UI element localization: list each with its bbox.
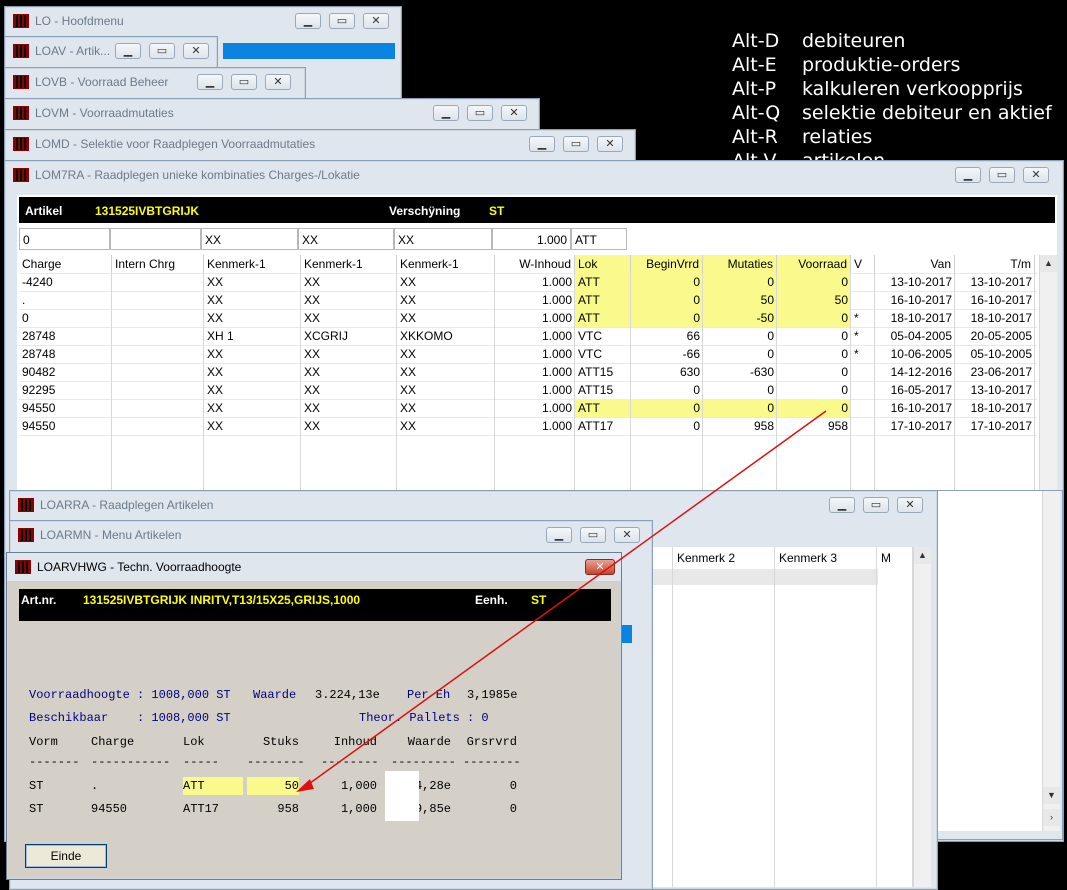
annotation-arrow (296, 410, 827, 792)
